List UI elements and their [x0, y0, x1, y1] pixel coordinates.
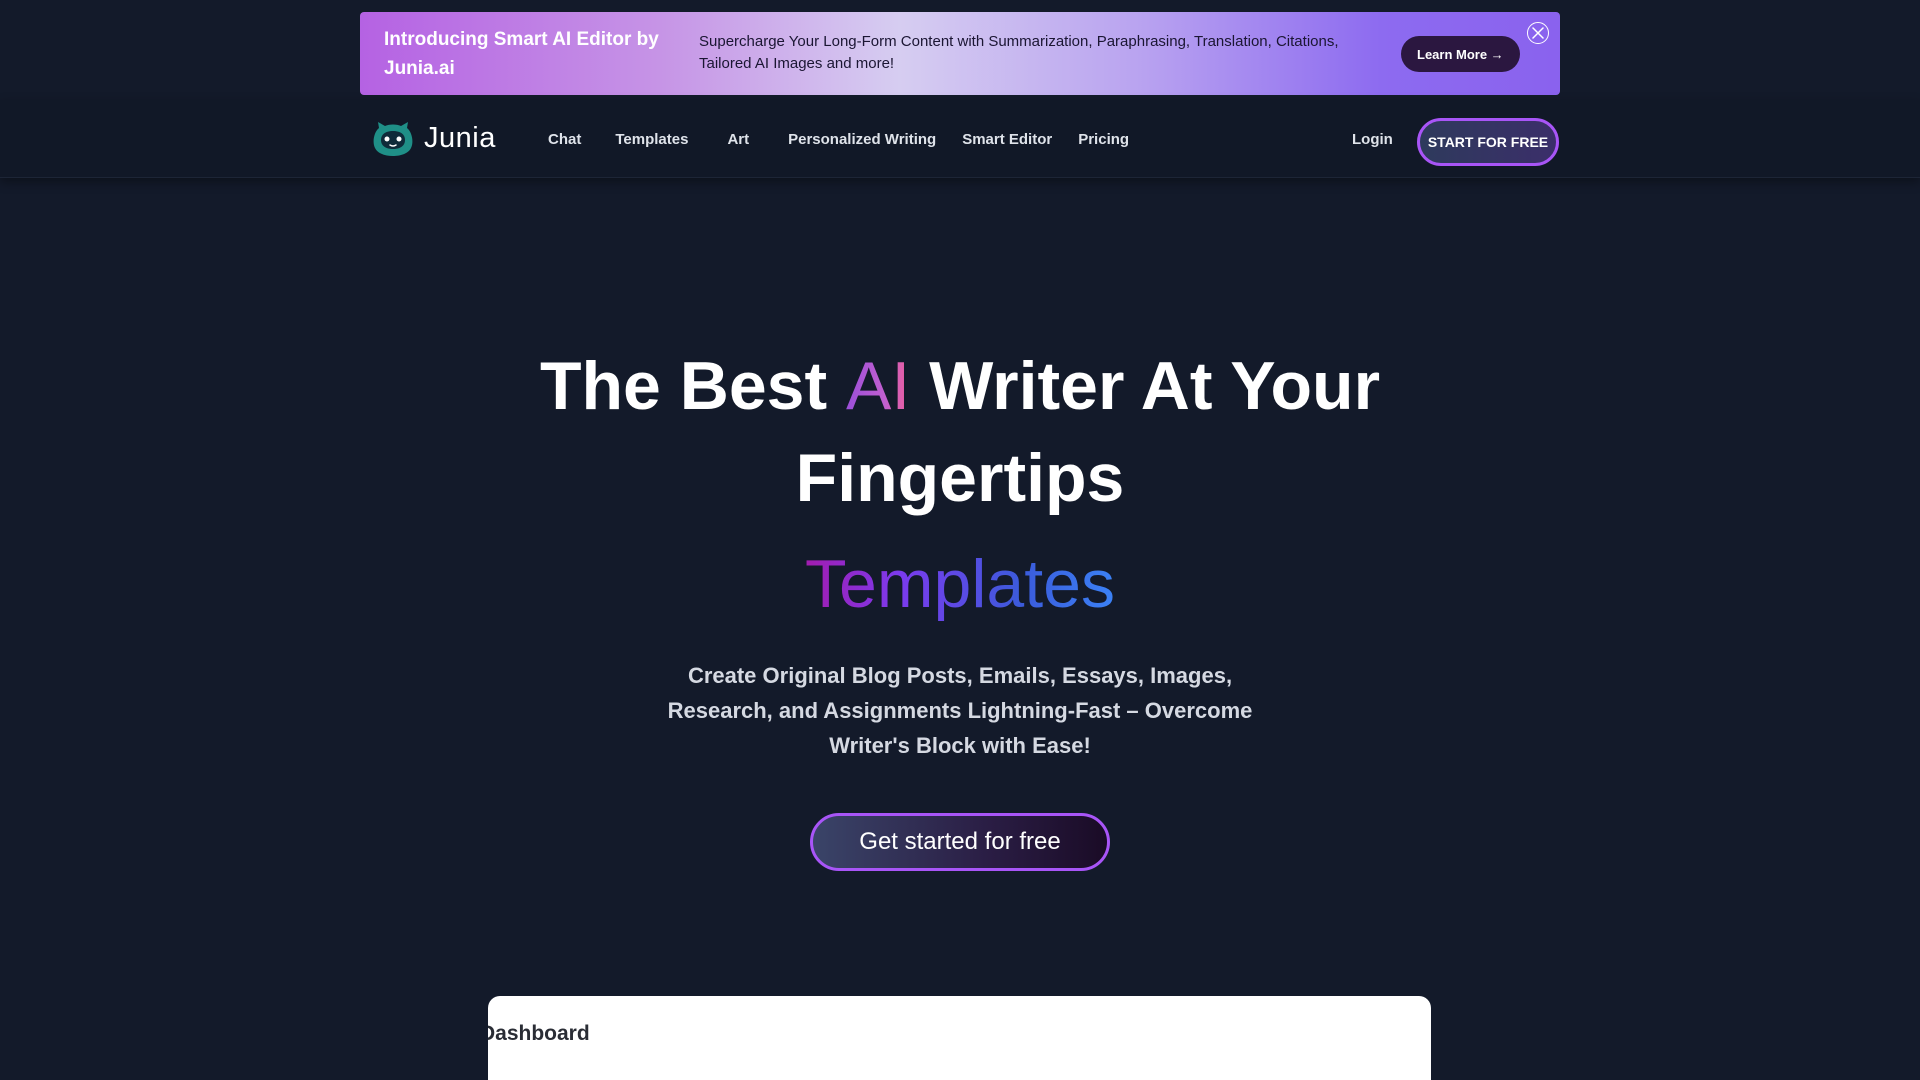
banner-title: Introducing Smart AI Editor by Junia.ai: [384, 29, 659, 79]
dashboard-preview: Dashboard: [488, 996, 1431, 1080]
nav-link-personalized-writing[interactable]: Personalized Writing: [788, 131, 936, 148]
nav-link-chat[interactable]: Chat: [548, 131, 581, 148]
hero-title-ai: AI: [846, 348, 911, 424]
hero-title-part1: The Best: [539, 348, 847, 424]
hero-title-line2: Fingertips: [795, 440, 1125, 516]
hero-title: The Best AI Writer At Your Fingertips: [0, 340, 1920, 524]
login-link[interactable]: Login: [1352, 100, 1393, 178]
learn-more-button[interactable]: Learn More →: [1401, 36, 1520, 72]
hero-title-line1-end: Writer At Your: [910, 348, 1381, 424]
logo[interactable]: Junia: [370, 118, 496, 158]
get-started-button[interactable]: Get started for free: [810, 813, 1110, 871]
rotating-word: Templates: [0, 544, 1920, 624]
rotating-word-text: Templates: [805, 546, 1115, 622]
announcement-banner: Introducing Smart AI Editor by Junia.ai …: [360, 12, 1560, 95]
start-for-free-button[interactable]: START FOR FREE: [1417, 118, 1559, 166]
nav-link-pricing[interactable]: Pricing: [1078, 131, 1129, 148]
dashboard-heading: Dashboard: [488, 1022, 590, 1045]
top-navigation: Junia Chat Templates Art Personalized Wr…: [0, 100, 1920, 178]
logo-text: Junia: [424, 121, 496, 154]
nav-links: Chat Templates Art Personalized Writing …: [548, 100, 1129, 178]
close-icon: [1532, 27, 1544, 39]
nav-link-smart-editor[interactable]: Smart Editor: [962, 131, 1052, 148]
cat-face-icon: [373, 122, 413, 156]
nav-link-templates[interactable]: Templates: [615, 131, 688, 148]
nav-link-art[interactable]: Art: [727, 131, 749, 148]
landing-page: Introducing Smart AI Editor by Junia.ai …: [0, 0, 1920, 1080]
banner-description: Supercharge Your Long-Form Content with …: [699, 33, 1339, 72]
hero-title-part2: Fingertips: [796, 440, 1125, 516]
close-banner-button[interactable]: [1527, 22, 1549, 44]
hero-subtitle: Create Original Blog Posts, Emails, Essa…: [667, 663, 1253, 758]
